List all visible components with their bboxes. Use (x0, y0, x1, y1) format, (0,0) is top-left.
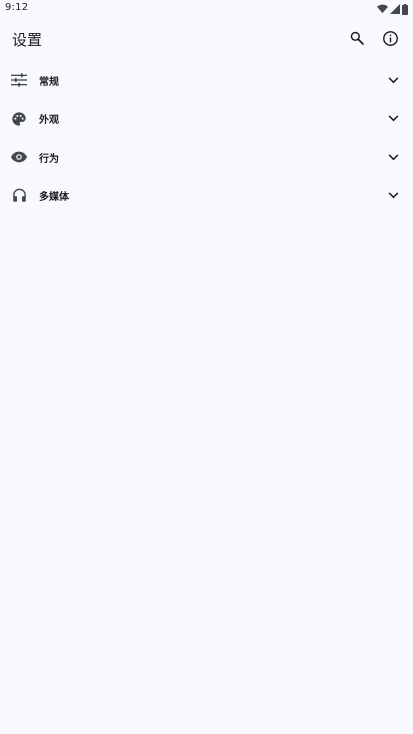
settings-group-appearance[interactable]: 外观 (0, 100, 413, 139)
palette-icon (11, 111, 27, 127)
chevron-down-icon (387, 74, 399, 86)
tune-icon (11, 72, 27, 88)
status-bar: 9:12 (0, 0, 413, 18)
status-time: 9:12 (5, 2, 29, 13)
app-bar: 设置 (0, 18, 413, 60)
status-icons (377, 3, 408, 15)
search-button[interactable] (345, 26, 369, 50)
page-title: 设置 (12, 31, 43, 49)
headphones-icon (11, 188, 27, 204)
chevron-down-icon (387, 113, 399, 125)
settings-group-general[interactable]: 常规 (0, 61, 413, 100)
settings-group-multimedia[interactable]: 多媒体 (0, 177, 413, 216)
chevron-down-icon (387, 190, 399, 202)
settings-group-label: 多媒体 (39, 192, 69, 204)
settings-group-label: 外观 (39, 115, 59, 127)
info-icon (382, 30, 399, 47)
settings-list: 常规 外观 行为 多媒体 (0, 61, 413, 215)
eye-icon (11, 149, 27, 165)
search-icon (349, 30, 365, 46)
battery-icon (402, 3, 408, 15)
cell-signal-icon (390, 4, 400, 14)
settings-group-behavior[interactable]: 行为 (0, 138, 413, 177)
settings-group-label: 常规 (39, 76, 59, 88)
chevron-down-icon (387, 151, 399, 163)
wifi-icon (377, 4, 388, 14)
settings-group-label: 行为 (39, 153, 59, 165)
info-button[interactable] (378, 26, 402, 50)
